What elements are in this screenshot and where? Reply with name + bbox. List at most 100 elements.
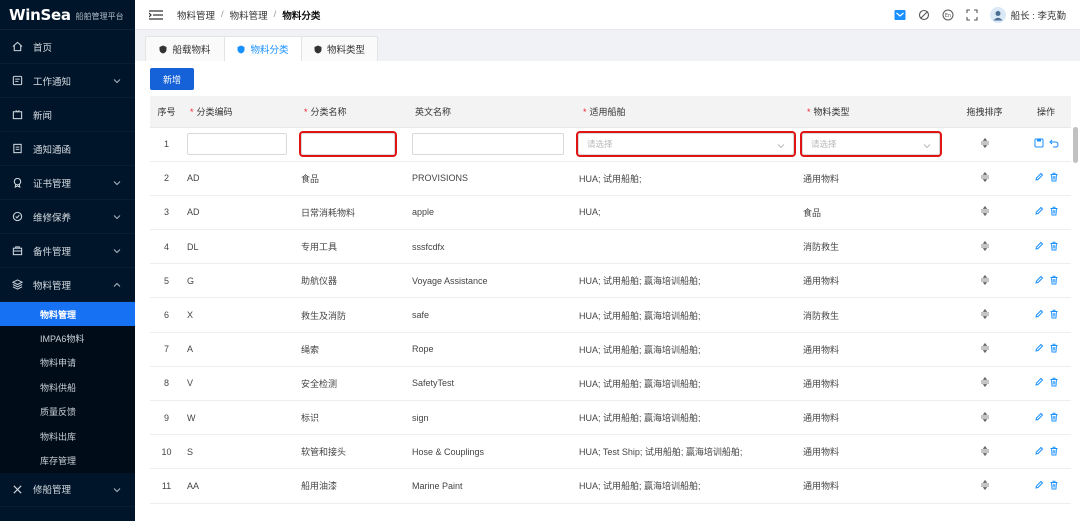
edit-icon[interactable] — [1034, 412, 1044, 424]
row-ships — [574, 229, 798, 265]
delete-icon[interactable] — [1049, 275, 1059, 287]
delete-icon[interactable] — [1049, 343, 1059, 355]
row-index: 10 — [150, 434, 183, 470]
edit-icon[interactable] — [1034, 275, 1044, 287]
category-code-input[interactable] — [187, 133, 287, 156]
no-bell-icon[interactable] — [918, 9, 930, 21]
drag-handle-icon[interactable] — [980, 274, 990, 287]
row-code: V — [183, 366, 297, 402]
row-name: 食品 — [297, 161, 408, 196]
delete-icon[interactable] — [1049, 309, 1059, 321]
drag-handle-icon[interactable] — [980, 445, 990, 458]
row-ships: HUA; 试用船舶; 赢海培训船舶; — [574, 263, 798, 299]
sidebar-item-home[interactable]: 首页 — [0, 30, 135, 64]
sidebar-item-circulars[interactable]: 通知通函 — [0, 132, 135, 166]
sidebar-item-maintenance[interactable]: 维修保养 — [0, 200, 135, 234]
edit-row: 1 请选择 请选择 — [150, 127, 1071, 162]
notice-icon — [11, 75, 23, 87]
material-type-select[interactable]: 请选择 — [800, 131, 942, 158]
row-index: 4 — [150, 229, 183, 265]
sidebar-item-label: 物料管理 — [33, 280, 72, 292]
submenu-item-material-supply[interactable]: 物料供船 — [0, 375, 135, 399]
submenu-item-material-outbound[interactable]: 物料出库 — [0, 424, 135, 448]
breadcrumb-item[interactable]: 物料管理 — [177, 8, 215, 22]
select-placeholder: 请选择 — [587, 139, 613, 150]
breadcrumb-item[interactable]: 物料管理 — [230, 8, 268, 22]
row-code: A — [183, 332, 297, 367]
save-icon[interactable] — [1034, 138, 1044, 150]
submenu-item-impa6[interactable]: IMPA6物料 — [0, 326, 135, 350]
delete-icon[interactable] — [1049, 480, 1059, 492]
delete-icon[interactable] — [1049, 377, 1059, 389]
tab-onboard-materials[interactable]: 船载物料 — [145, 36, 225, 61]
column-header-label: 物料类型 — [813, 106, 850, 117]
drag-handle-icon[interactable] — [980, 479, 990, 492]
brand-subtitle: 船舶管理平台 — [75, 11, 124, 21]
svg-text:En: En — [944, 13, 950, 19]
user-name[interactable]: 船长 : 李克勤 — [1011, 8, 1066, 22]
delete-icon[interactable] — [1049, 241, 1059, 253]
row-ships: HUA; 试用船舶; 赢海培训船舶; — [574, 366, 798, 402]
mail-icon[interactable] — [894, 9, 906, 21]
menu-toggle-icon[interactable] — [149, 9, 163, 20]
drag-handle-icon[interactable] — [980, 240, 990, 253]
shield-icon — [237, 45, 245, 54]
delete-icon[interactable] — [1049, 446, 1059, 458]
avatar[interactable] — [989, 7, 1006, 23]
delete-icon[interactable] — [1049, 206, 1059, 218]
edit-icon[interactable] — [1034, 206, 1044, 218]
sidebar-item-certificates[interactable]: 证书管理 — [0, 166, 135, 200]
edit-icon[interactable] — [1034, 241, 1044, 253]
sidebar-item-materials[interactable]: 物料管理 — [0, 268, 135, 302]
row-index: 3 — [150, 195, 183, 231]
edit-icon[interactable] — [1034, 309, 1044, 321]
edit-icon[interactable] — [1034, 446, 1044, 458]
sidebar-item-ship-repair[interactable]: 修船管理 — [0, 473, 135, 507]
sidebar-item-label: 新闻 — [33, 110, 53, 122]
row-en-name: PROVISIONS — [408, 161, 574, 196]
add-button[interactable]: 新增 — [150, 68, 194, 90]
applicable-ships-select[interactable]: 请选择 — [576, 131, 796, 158]
column-header-ships: * 适用船舶 — [574, 96, 798, 128]
submenu-item-material-request[interactable]: 物料申请 — [0, 351, 135, 375]
sidebar-item-work-notice[interactable]: 工作通知 — [0, 64, 135, 98]
row-ships: HUA; 试用船舶; 赢海培训船舶; — [574, 297, 798, 333]
edit-icon[interactable] — [1034, 172, 1044, 184]
fullscreen-icon[interactable] — [966, 9, 978, 21]
drag-handle-icon[interactable] — [980, 206, 990, 218]
delete-icon[interactable] — [1049, 172, 1059, 184]
english-name-input[interactable] — [412, 133, 564, 156]
breadcrumb-separator: / — [221, 9, 224, 20]
edit-icon[interactable] — [1034, 480, 1044, 492]
sidebar-item-news[interactable]: 新闻 — [0, 98, 135, 132]
submenu-item-quality-feedback[interactable]: 质量反馈 — [0, 400, 135, 424]
submenu-item-material-management[interactable]: 物料管理 — [0, 302, 135, 327]
table-row: 10 S 软管和接头 Hose & Couplings HUA; Test Ship; … — [150, 434, 1071, 470]
language-icon[interactable]: En — [942, 9, 954, 21]
row-en-name: safe — [408, 297, 574, 333]
select-placeholder: 请选择 — [811, 139, 837, 150]
sidebar-item-label: 工作通知 — [33, 76, 72, 88]
edit-icon[interactable] — [1034, 377, 1044, 389]
drag-handle-icon[interactable] — [980, 377, 990, 389]
drag-handle-icon[interactable] — [980, 138, 990, 150]
sidebar-item-label: 证书管理 — [33, 178, 72, 190]
brand-logo: WinSea — [9, 5, 71, 24]
category-name-input[interactable] — [299, 131, 397, 158]
sidebar-item-spare-parts[interactable]: 备件管理 — [0, 234, 135, 268]
tab-material-type[interactable]: 物料类型 — [301, 36, 378, 61]
submenu-item-inventory[interactable]: 库存管理 — [0, 448, 135, 472]
tab-material-category[interactable]: 物料分类 — [224, 36, 302, 61]
delete-icon[interactable] — [1049, 412, 1059, 424]
drag-handle-icon[interactable] — [980, 172, 990, 184]
undo-icon[interactable] — [1048, 138, 1059, 150]
drag-handle-icon[interactable] — [980, 411, 990, 424]
drag-handle-icon[interactable] — [980, 308, 990, 321]
column-header-ops: 操作 — [1021, 96, 1071, 128]
drag-handle-icon[interactable] — [980, 343, 990, 355]
row-en-name: Hose & Couplings — [408, 434, 574, 470]
edit-icon[interactable] — [1034, 343, 1044, 355]
scrollbar[interactable] — [1073, 127, 1078, 163]
row-index: 5 — [150, 263, 183, 299]
chevron-down-icon — [113, 178, 121, 189]
